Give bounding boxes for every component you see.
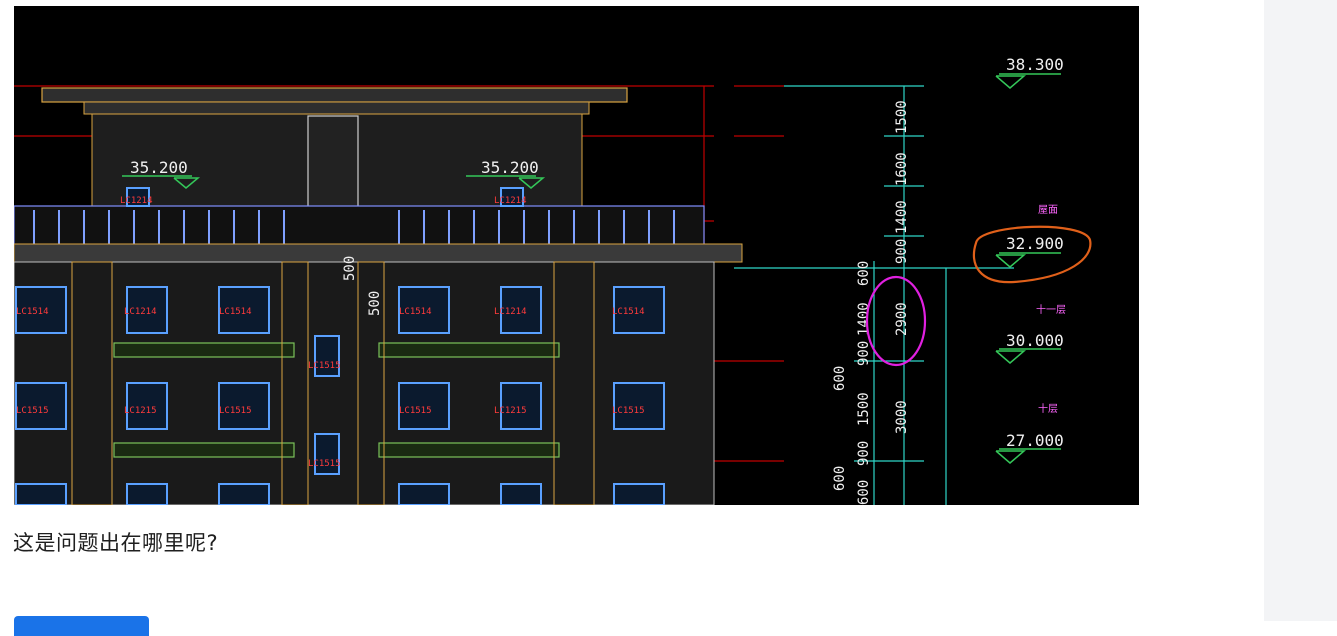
dimension-text: 600 [856,261,872,286]
elevation-label: 35.200 [481,158,539,177]
dimension-text: 1500 [894,100,910,134]
dimension-text: 500 [367,291,383,316]
dimension-text: 900 [894,239,910,264]
floor-label: 十层 [1038,402,1058,415]
window-tag: LC1515 [612,406,645,416]
upper-balcony [14,205,705,247]
window-tag: LC1214 [124,307,157,317]
window-tag: LC1214 [494,307,527,317]
elevation-label: 32.900 [1006,234,1064,253]
dimension-text: 2900 [894,302,910,336]
right-elevation-labels: 38.300 32.900 30.000 27.000 [1006,55,1064,450]
elevation-label: 38.300 [1006,55,1064,74]
right-sidebar [1264,0,1337,621]
main-column: LC1214 LC1214 LC1514 LC1214 LC1514 LC151… [0,0,1264,636]
window-tag: LC1514 [399,307,432,317]
dimension-text: 500 [342,256,358,281]
question-text: 这是问题出在哪里呢? [13,531,219,555]
window-tag: LC1514 [219,307,252,317]
elevation-label: 35.200 [130,158,188,177]
window-tag: LC1515 [308,459,341,469]
dimension-text: 1500 [856,392,872,426]
dimension-lines [734,85,1014,505]
window-tag: LC1215 [494,406,527,416]
window-tag: LC1515 [399,406,432,416]
dimension-text: 600 [832,366,848,391]
action-button[interactable] [14,616,149,636]
elevation-label: 27.000 [1006,431,1064,450]
dimension-text: 1400 [856,302,872,336]
elevation-label: 30.000 [1006,331,1064,350]
window-tag: LC1515 [16,406,49,416]
window-tag: LC1515 [219,406,252,416]
floor-label: 屋面 [1038,204,1058,216]
dimension-text: 1600 [894,152,910,186]
window-tag: LC1514 [612,307,645,317]
cad-drawing-image: LC1214 LC1214 LC1514 LC1214 LC1514 LC151… [14,6,1139,505]
main-slab [14,243,743,263]
main-facade [14,261,715,505]
dimension-text: 900 [856,341,872,366]
dimension-text: 600 [856,480,872,505]
cad-drawing-svg: LC1214 LC1214 LC1514 LC1214 LC1514 LC151… [14,55,1092,505]
window-tag: LC1215 [124,406,157,416]
dimension-text: 600 [832,466,848,491]
window-tag: LC1515 [308,361,341,371]
dimension-text: 1400 [894,200,910,234]
window-tag: LC1214 [120,196,153,206]
dimension-text: 900 [856,441,872,466]
window-tag: LC1514 [16,307,49,317]
dimension-text: 3000 [894,400,910,434]
window-tag: LC1214 [494,196,527,206]
floor-label: 十一层 [1036,303,1066,316]
